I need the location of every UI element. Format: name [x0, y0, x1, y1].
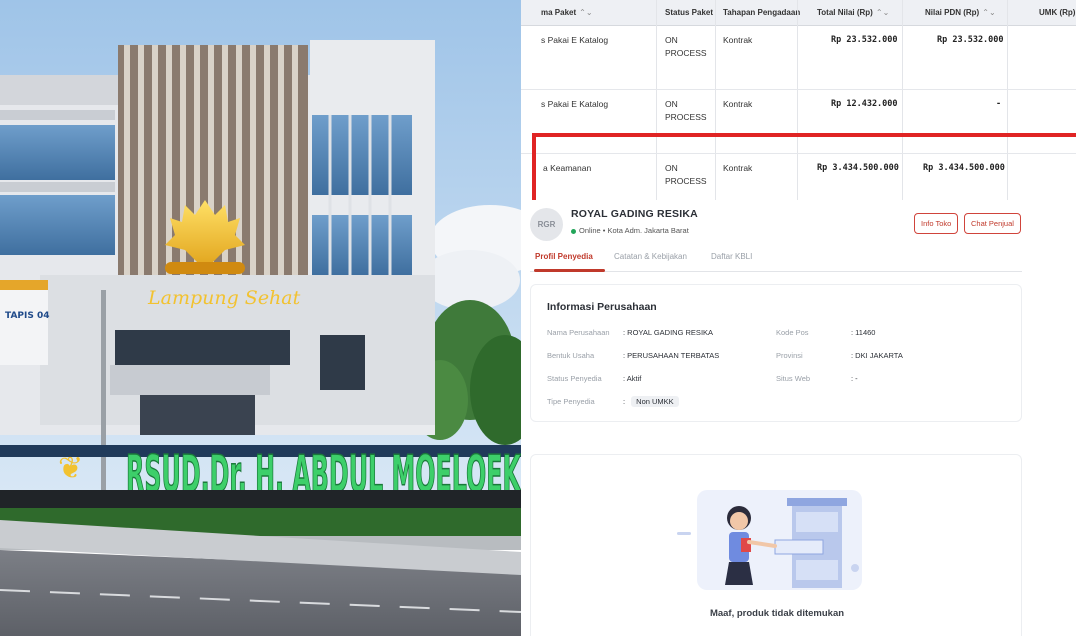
- tab-catatan-kebijakan[interactable]: Catatan & Kebijakan: [614, 252, 687, 261]
- gold-ornament-sign: ❦: [58, 451, 83, 486]
- sort-icon[interactable]: ⌃⌄: [876, 8, 889, 17]
- info-toko-button[interactable]: Info Toko: [914, 213, 959, 234]
- field-label: Nama Perusahaan: [547, 328, 610, 337]
- table-header: ma Paket ⌃⌄ Status Paket Tahapan Pengadaa…: [521, 0, 1076, 26]
- field-value: : -: [851, 374, 858, 383]
- tipe-penyedia-badge: Non UMKK: [631, 396, 679, 407]
- col-total-nilai[interactable]: Total Nilai (Rp) ⌃⌄: [817, 0, 889, 26]
- cell-total-nilai: Rp 12.432.000: [831, 99, 898, 109]
- col-status-paket: Status Paket: [665, 8, 714, 17]
- field-value: : 11460: [851, 328, 876, 337]
- tapis-sign: TAPIS 04: [5, 311, 50, 321]
- field-value: : ROYAL GADING RESIKA: [623, 328, 714, 337]
- table-row[interactable]: s Pakai E Katalog ON PROCESS Kontrak Rp 2…: [521, 26, 1076, 90]
- tab-profil-penyedia[interactable]: Profil Penyedia: [535, 252, 593, 261]
- field-label: Situs Web: [776, 374, 811, 383]
- active-tab-indicator: [534, 269, 605, 272]
- cell-nama-paket: s Pakai E Katalog: [541, 99, 609, 109]
- cell-total-nilai: Rp 23.532.000: [831, 35, 898, 45]
- sort-icon[interactable]: ⌃⌄: [579, 8, 592, 17]
- cell-tahapan: Kontrak: [723, 35, 753, 45]
- field-value: : DKI JAKARTA: [851, 351, 903, 360]
- tab-daftar-kbli[interactable]: Daftar KBLI: [711, 252, 752, 261]
- cell-status: ON PROCESS: [665, 99, 707, 122]
- col-umk: UMK (Rp): [1039, 8, 1076, 17]
- vendor-profile: RGR ROYAL GADING RESIKA Online • Kota Ad…: [521, 200, 1076, 636]
- empty-products-card: Maaf, produk tidak ditemukan: [530, 454, 1022, 636]
- cell-status: ON PROCESS: [665, 35, 707, 58]
- cell-tahapan: Kontrak: [723, 99, 753, 109]
- avatar: RGR: [530, 208, 563, 241]
- company-info-card: Informasi Perusahaan Nama Perusahaan : R…: [530, 284, 1022, 422]
- cell-nilai-pdn: Rp 23.532.000: [937, 35, 1004, 45]
- profile-tabs: Profil Penyedia Catatan & Kebijakan Daft…: [530, 248, 1022, 272]
- hospital-building-illustration: Lampung Sehat TAPIS 04 RSUD.Dr. H. ABDUL…: [0, 0, 521, 636]
- package-table: ma Paket ⌃⌄ Status Paket Tahapan Pengadaa…: [521, 0, 1076, 207]
- empty-state-illustration-icon: [677, 490, 862, 590]
- col-nilai-pdn[interactable]: Nilai PDN (Rp) ⌃⌄: [925, 0, 996, 26]
- vendor-status: Online • Kota Adm. Jakarta Barat: [571, 226, 689, 235]
- col-nama-paket[interactable]: ma Paket ⌃⌄: [541, 0, 593, 26]
- card-title: Informasi Perusahaan: [547, 301, 657, 313]
- field-value: : Non UMKK: [623, 396, 679, 407]
- highlight-box: [532, 133, 1076, 207]
- field-label: Bentuk Usaha: [547, 351, 595, 360]
- field-label: Status Penyedia: [547, 374, 602, 383]
- lampung-sehat-logo-text: Lampung Sehat: [147, 287, 301, 309]
- field-value: : PERUSAHAAN TERBATAS: [623, 351, 720, 360]
- sort-icon[interactable]: ⌃⌄: [982, 8, 995, 17]
- cell-nilai-pdn: -: [996, 99, 1002, 109]
- chat-penjual-button[interactable]: Chat Penjual: [964, 213, 1021, 234]
- empty-state-message: Maaf, produk tidak ditemukan: [709, 608, 845, 619]
- vendor-location: Kota Adm. Jakarta Barat: [607, 226, 689, 235]
- field-label: Provinsi: [776, 351, 803, 360]
- hospital-photo: Lampung Sehat TAPIS 04 RSUD.Dr. H. ABDUL…: [0, 0, 521, 636]
- field-label: Kode Pos: [776, 328, 809, 337]
- procurement-panel: ma Paket ⌃⌄ Status Paket Tahapan Pengadaa…: [521, 0, 1076, 636]
- vendor-name: ROYAL GADING RESIKA: [571, 208, 698, 220]
- cell-nama-paket: s Pakai E Katalog: [541, 35, 609, 45]
- field-label: Tipe Penyedia: [547, 397, 595, 406]
- col-tahapan: Tahapan Pengadaan: [723, 8, 801, 17]
- online-dot-icon: [571, 228, 576, 234]
- field-value: : Aktif: [623, 374, 642, 383]
